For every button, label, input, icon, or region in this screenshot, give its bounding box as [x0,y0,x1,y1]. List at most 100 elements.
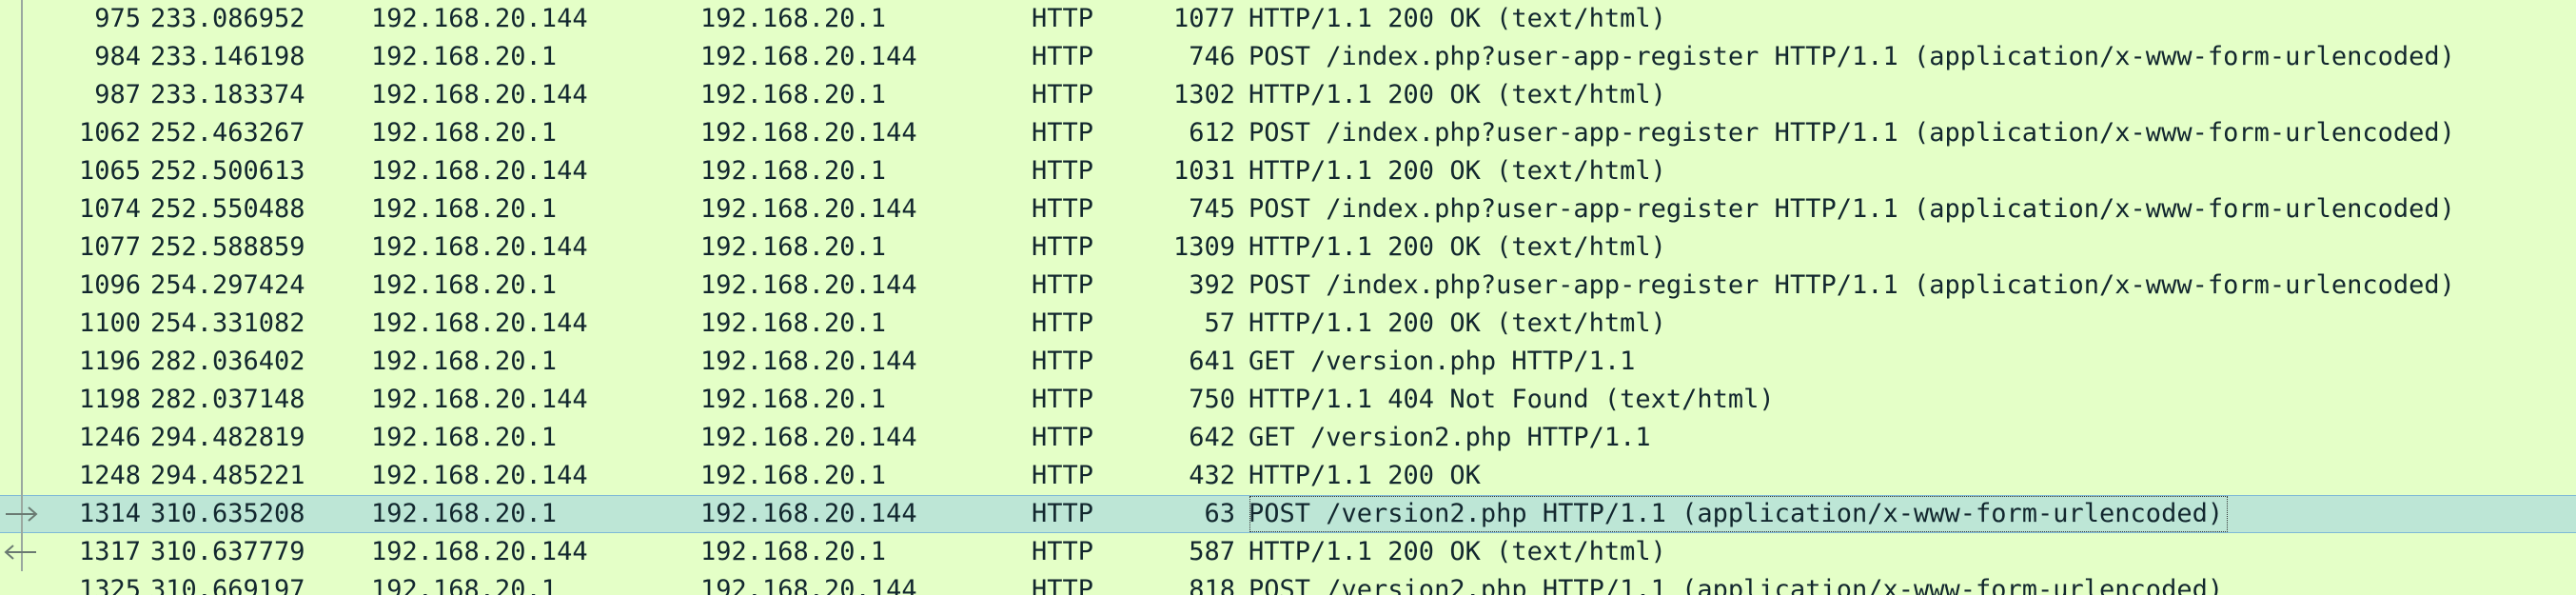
packet-length: 587 [1189,537,1235,566]
packet-row[interactable]: 1077 252.588859 192.168.20.144 192.168.20.1… [0,228,2576,267]
packet-info: HTTP/1.1 200 OK [1249,461,1481,490]
packet-time: 233.146198 [150,42,305,71]
packet-number: 975 [94,4,141,33]
packet-row[interactable]: 975 233.086952 192.168.20.144 192.168.20.1 H… [0,0,2576,38]
packet-source: 192.168.20.144 [371,232,588,262]
packet-info: GET /version2.php HTTP/1.1 [1249,423,1651,452]
packet-number: 1074 [78,194,141,224]
packet-info: POST /index.php?user-app-register HTTP/1… [1249,194,2455,224]
packet-source: 192.168.20.144 [371,156,588,186]
packet-info: HTTP/1.1 200 OK (text/html) [1249,232,1666,262]
packet-row[interactable]: 984 233.146198 192.168.20.1 192.168.20.144 H… [0,38,2576,76]
packet-number: 1317 [78,537,141,566]
packet-source: 192.168.20.1 [371,270,558,300]
packet-source: 192.168.20.1 [371,42,558,71]
packet-destination: 192.168.20.144 [700,499,917,528]
packet-destination: 192.168.20.144 [700,575,917,595]
packet-source: 192.168.20.144 [371,308,588,338]
packet-time: 254.297424 [150,270,305,300]
packet-time: 233.086952 [150,4,305,33]
packet-row[interactable]: 1062 252.463267 192.168.20.1 192.168.20.144… [0,114,2576,152]
packet-number: 984 [94,42,141,71]
packet-info: HTTP/1.1 200 OK (text/html) [1249,156,1666,186]
packet-destination: 192.168.20.1 [700,461,887,490]
packet-row[interactable]: 1065 252.500613 192.168.20.144 192.168.20.1… [0,152,2576,190]
packet-source: 192.168.20.1 [371,575,558,595]
packet-row[interactable]: 1096 254.297424 192.168.20.1 192.168.20.144… [0,267,2576,305]
packet-time: 310.669197 [150,575,305,595]
packet-destination: 192.168.20.1 [700,80,887,109]
packet-destination: 192.168.20.144 [700,347,917,376]
packet-source: 192.168.20.144 [371,537,588,566]
packet-time: 282.036402 [150,347,305,376]
packet-number: 1096 [78,270,141,300]
packet-number: 1196 [78,347,141,376]
packet-length: 432 [1189,461,1235,490]
packet-length: 746 [1189,42,1235,71]
packet-row[interactable]: 1248 294.485221 192.168.20.144 192.168.20.1… [0,457,2576,495]
packet-row[interactable]: 1246 294.482819 192.168.20.1 192.168.20.144… [0,419,2576,457]
packet-destination: 192.168.20.1 [700,308,887,338]
packet-length: 1302 [1172,80,1235,109]
packet-destination: 192.168.20.1 [700,537,887,566]
packet-time: 310.637779 [150,537,305,566]
packet-number: 1248 [78,461,141,490]
packet-length: 57 [1204,308,1235,338]
packet-length: 750 [1189,385,1235,414]
packet-time: 233.183374 [150,80,305,109]
packet-destination: 192.168.20.1 [700,385,887,414]
packet-row-selected[interactable]: 1314 310.635208 192.168.20.1 192.168.20.144… [0,495,2576,533]
packet-number: 1246 [78,423,141,452]
packet-number: 1077 [78,232,141,262]
packet-time: 294.482819 [150,423,305,452]
packet-info: GET /version.php HTTP/1.1 [1249,347,1636,376]
packet-time: 254.331082 [150,308,305,338]
packet-row[interactable]: 1198 282.037148 192.168.20.144 192.168.20.1… [0,381,2576,419]
packet-length: 641 [1189,347,1235,376]
packet-list[interactable]: 975 233.086952 192.168.20.144 192.168.20.1 H… [0,0,2576,595]
packet-source: 192.168.20.144 [371,80,588,109]
packet-source: 192.168.20.144 [371,385,588,414]
packet-row[interactable]: 987 233.183374 192.168.20.144 192.168.20.1 H… [0,76,2576,114]
packet-info: HTTP/1.1 200 OK (text/html) [1249,537,1666,566]
packet-info: POST /version2.php HTTP/1.1 (application… [1249,575,2224,595]
packet-row[interactable]: 1196 282.036402 192.168.20.1 192.168.20.144… [0,343,2576,381]
packet-destination: 192.168.20.144 [700,42,917,71]
packet-destination: 192.168.20.144 [700,270,917,300]
packet-source: 192.168.20.1 [371,499,558,528]
packet-time: 252.588859 [150,232,305,262]
packet-info: HTTP/1.1 200 OK (text/html) [1249,4,1666,33]
packet-row[interactable]: 1074 252.550488 192.168.20.1 192.168.20.144… [0,190,2576,228]
packet-number: 1065 [78,156,141,186]
packet-length: 1031 [1172,156,1235,186]
packet-time: 252.463267 [150,118,305,148]
packet-length: 745 [1189,194,1235,224]
packet-destination: 192.168.20.144 [700,194,917,224]
packet-row[interactable]: 1317 310.637779 192.168.20.144 192.168.20.1… [0,533,2576,571]
packet-length: 612 [1189,118,1235,148]
packet-number: 1314 [78,499,141,528]
packet-length: 818 [1189,575,1235,595]
packet-length: 1077 [1172,4,1235,33]
packet-length: 642 [1189,423,1235,452]
packet-row[interactable]: 1100 254.331082 192.168.20.144 192.168.20.1… [0,305,2576,343]
packet-source: 192.168.20.144 [371,4,588,33]
packet-number: 1062 [78,118,141,148]
packet-source: 192.168.20.144 [371,461,588,490]
packet-length: 1309 [1172,232,1235,262]
packet-row[interactable]: 1325 310.669197 192.168.20.1 192.168.20.144… [0,571,2576,595]
packet-number: 987 [94,80,141,109]
packet-length: 392 [1189,270,1235,300]
packet-info: POST /index.php?user-app-register HTTP/1… [1249,270,2455,300]
packet-destination: 192.168.20.1 [700,4,887,33]
packet-source: 192.168.20.1 [371,194,558,224]
packet-length: 63 [1204,499,1235,528]
packet-info: POST /index.php?user-app-register HTTP/1… [1249,42,2455,71]
packet-number: 1325 [78,575,141,595]
packet-number: 1100 [78,308,141,338]
packet-time: 310.635208 [150,499,305,528]
packet-info: HTTP/1.1 404 Not Found (text/html) [1249,385,1775,414]
packet-number: 1198 [78,385,141,414]
packet-info: HTTP/1.1 200 OK (text/html) [1249,308,1666,338]
packet-destination: 192.168.20.1 [700,232,887,262]
